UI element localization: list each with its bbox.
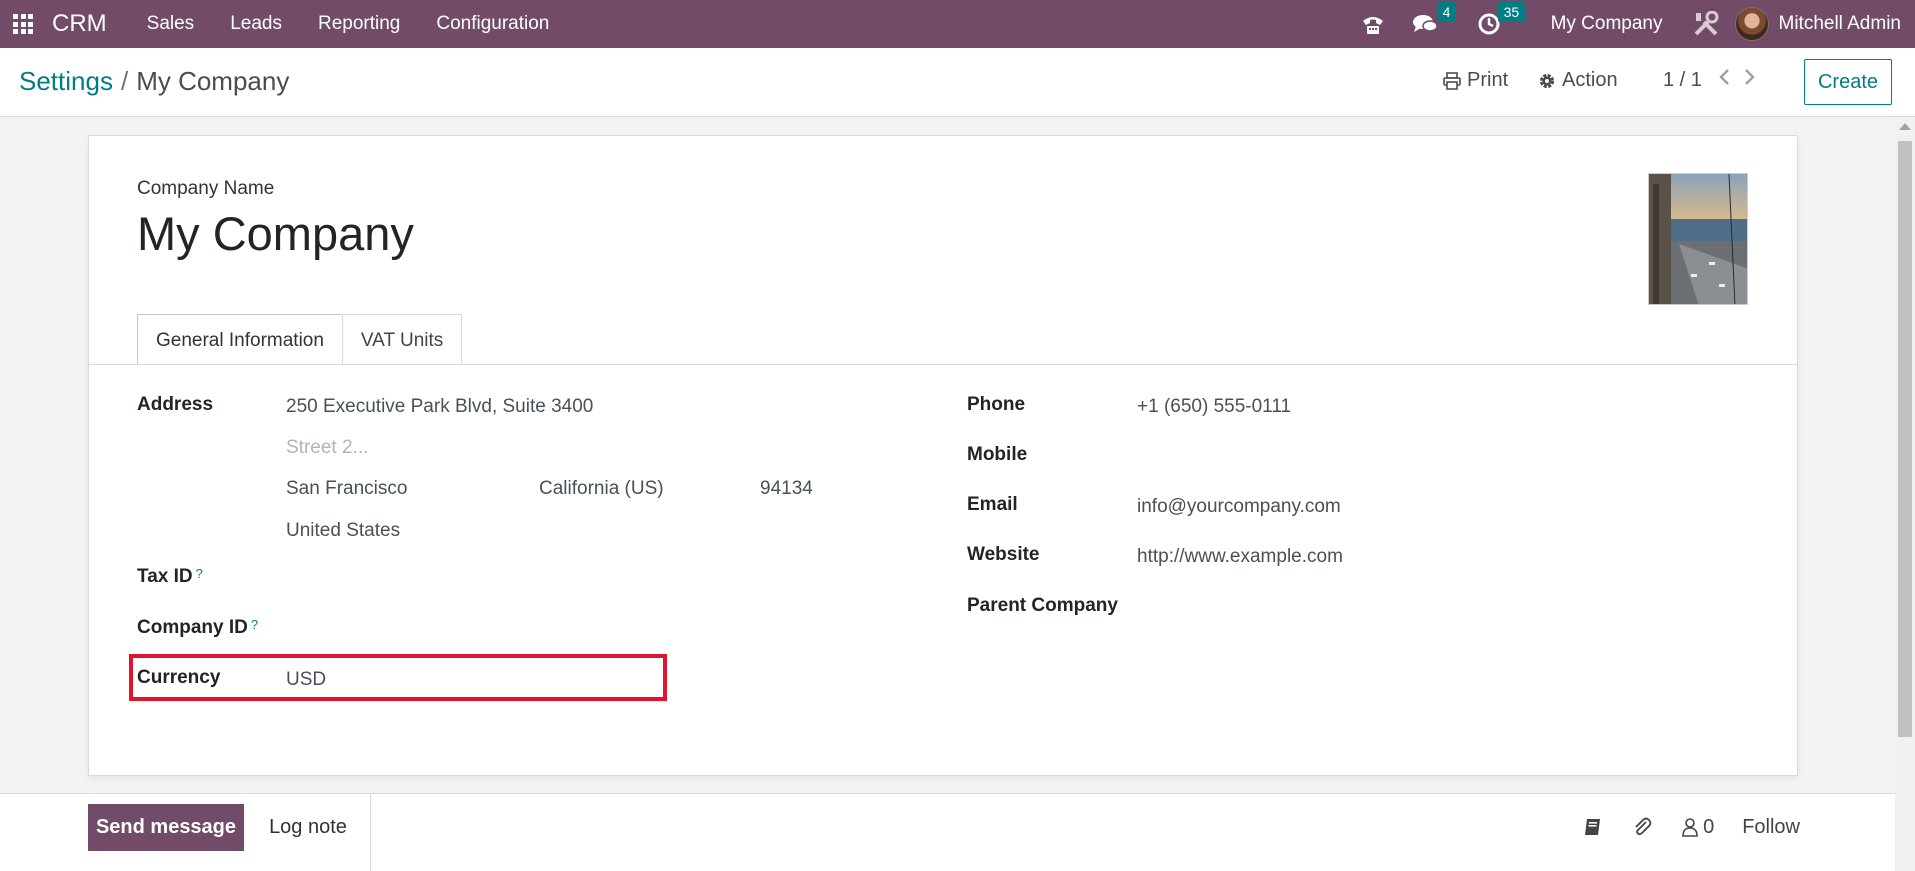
user-avatar[interactable]	[1734, 7, 1769, 41]
scrollbar-thumb[interactable]	[1898, 141, 1912, 737]
state-field[interactable]: California (US)	[539, 478, 664, 500]
print-icon	[1443, 71, 1461, 90]
breadcrumb-settings[interactable]: Settings	[19, 66, 113, 96]
street-field[interactable]: 250 Executive Park Blvd, Suite 3400	[286, 396, 593, 418]
print-button[interactable]: Print	[1443, 69, 1508, 92]
print-label: Print	[1467, 69, 1509, 91]
website-label: Website	[967, 544, 1040, 565]
company-name-label: Company Name	[137, 178, 275, 199]
menu-reporting[interactable]: Reporting	[300, 0, 418, 48]
scroll-up-arrow-icon[interactable]	[1899, 123, 1911, 130]
email-field[interactable]: info@yourcompany.com	[1137, 496, 1341, 518]
activities-icon[interactable]: 35	[1464, 0, 1537, 48]
menu-leads[interactable]: Leads	[212, 0, 300, 48]
tab-divider	[89, 364, 1797, 365]
messages-icon[interactable]: 4	[1399, 0, 1464, 48]
phone-icon[interactable]	[1347, 0, 1399, 48]
follow-button[interactable]: Follow	[1742, 816, 1800, 839]
control-panel: Settings / My Company Print Action 1 / 1 C…	[0, 48, 1915, 117]
paperclip-icon[interactable]	[1631, 816, 1653, 838]
form-tabs: General Information VAT Units	[137, 314, 463, 365]
page-scrollbar[interactable]	[1895, 117, 1915, 871]
log-note-button[interactable]: Log note	[248, 804, 368, 851]
company-name-field[interactable]: My Company	[137, 206, 414, 261]
messages-count-badge: 4	[1436, 2, 1457, 22]
address-label: Address	[137, 394, 214, 415]
form-sheet: Company Name My Company General Informat…	[88, 135, 1798, 776]
followers-count: 0	[1703, 815, 1715, 838]
breadcrumb: Settings / My Company	[19, 66, 289, 97]
country-field[interactable]: United States	[286, 520, 400, 542]
user-icon	[1682, 818, 1698, 837]
parent-company-label: Parent Company	[967, 595, 1118, 616]
tab-vat-units[interactable]: VAT Units	[341, 314, 463, 365]
email-label: Email	[967, 494, 1018, 515]
send-message-button[interactable]: Send message	[88, 804, 244, 851]
menu-sales[interactable]: Sales	[129, 0, 213, 48]
gear-icon	[1539, 73, 1555, 88]
activity-book-icon[interactable]	[1583, 817, 1603, 837]
mobile-label: Mobile	[967, 444, 1028, 465]
tab-general-information[interactable]: General Information	[137, 314, 343, 365]
user-menu[interactable]: Mitchell Admin	[1779, 13, 1915, 35]
chevron-right-icon[interactable]	[1744, 68, 1756, 86]
followers-button[interactable]: 0	[1681, 816, 1714, 839]
zip-field[interactable]: 94134	[760, 478, 813, 500]
chevron-left-icon[interactable]	[1718, 68, 1730, 86]
tax-id-label: Tax ID?	[137, 566, 203, 587]
currency-label: Currency	[137, 667, 221, 688]
menu-configuration[interactable]: Configuration	[418, 0, 567, 48]
create-button[interactable]: Create	[1804, 59, 1892, 105]
action-button[interactable]: Action	[1538, 69, 1618, 92]
pager-value[interactable]: 1 / 1	[1663, 69, 1702, 92]
breadcrumb-separator: /	[120, 66, 129, 96]
top-navbar: CRM Sales Leads Reporting Configuration …	[0, 0, 1915, 48]
chatter-divider	[370, 794, 371, 871]
website-field[interactable]: http://www.example.com	[1137, 546, 1343, 568]
phone-field[interactable]: +1 (650) 555-0111	[1137, 396, 1291, 418]
chatter-bar: Send message Log note 0 Follow	[0, 793, 1895, 871]
city-field[interactable]: San Francisco	[286, 478, 407, 500]
debug-tools-icon[interactable]	[1677, 0, 1735, 48]
app-brand[interactable]: CRM	[52, 10, 107, 38]
company-logo-image[interactable]	[1648, 173, 1748, 305]
action-label: Action	[1562, 69, 1618, 91]
currency-field[interactable]: USD	[286, 669, 326, 691]
activities-count-badge: 35	[1497, 2, 1526, 22]
phone-label: Phone	[967, 394, 1026, 415]
apps-menu-icon[interactable]	[0, 0, 46, 48]
breadcrumb-current: My Company	[136, 66, 290, 96]
company-switcher[interactable]: My Company	[1537, 13, 1677, 35]
company-id-help-icon[interactable]: ?	[251, 617, 258, 632]
tax-id-help-icon[interactable]: ?	[196, 566, 203, 581]
street2-field[interactable]: Street 2...	[286, 437, 368, 459]
company-id-label: Company ID?	[137, 617, 259, 638]
